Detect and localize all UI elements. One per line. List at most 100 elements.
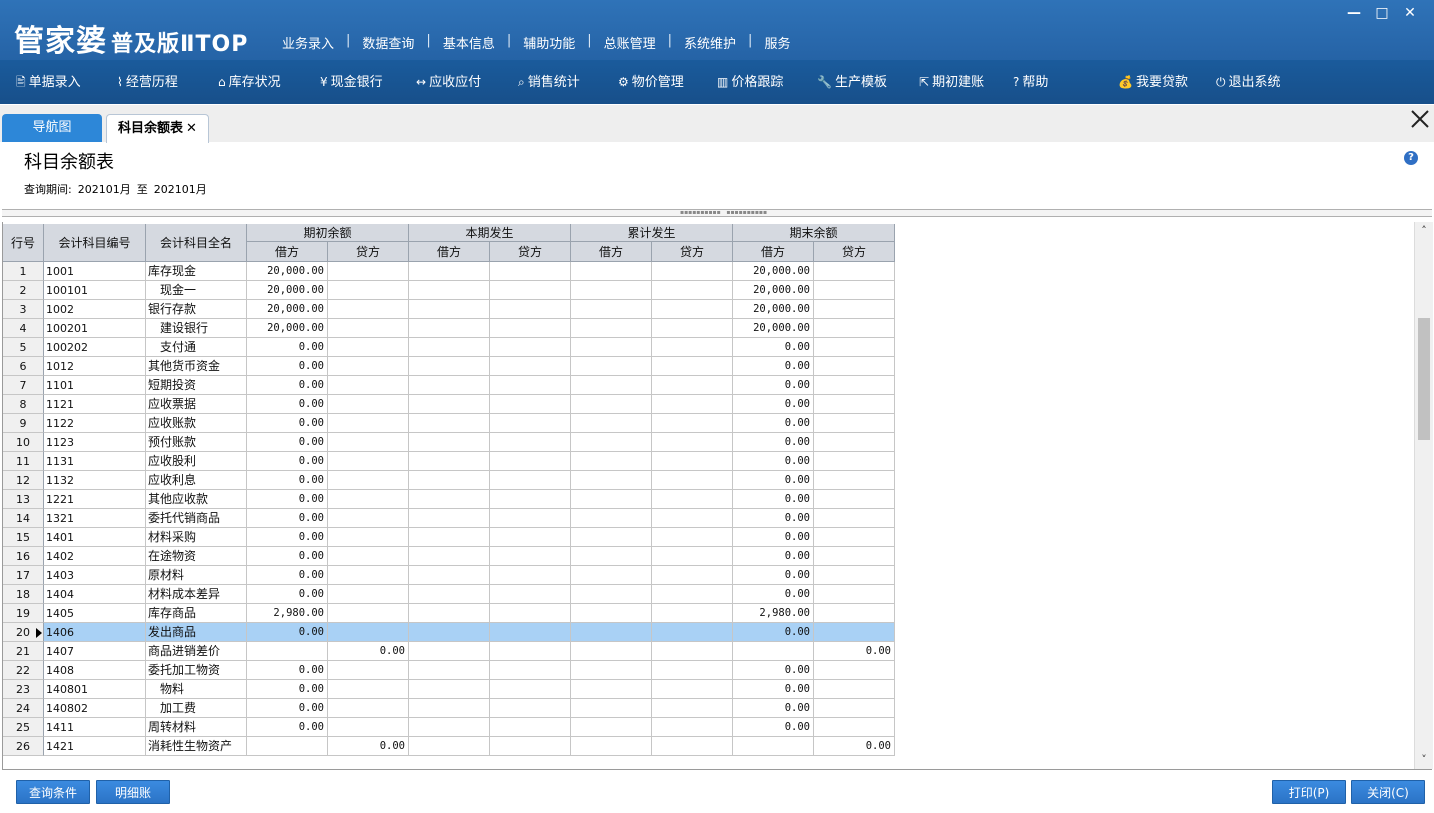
amount-cell[interactable] bbox=[409, 338, 490, 357]
amount-cell[interactable] bbox=[814, 680, 895, 699]
amount-cell[interactable] bbox=[328, 452, 409, 471]
account-name-cell[interactable]: 其他应收款 bbox=[146, 490, 247, 509]
amount-cell[interactable] bbox=[409, 395, 490, 414]
amount-cell[interactable]: 0.00 bbox=[733, 623, 814, 642]
amount-cell[interactable] bbox=[571, 414, 652, 433]
amount-cell[interactable] bbox=[571, 452, 652, 471]
amount-cell[interactable] bbox=[814, 604, 895, 623]
amount-cell[interactable] bbox=[409, 357, 490, 376]
amount-cell[interactable] bbox=[490, 566, 571, 585]
amount-cell[interactable]: 0.00 bbox=[733, 699, 814, 718]
amount-cell[interactable]: 0.00 bbox=[733, 718, 814, 737]
amount-cell[interactable] bbox=[652, 300, 733, 319]
account-code-cell[interactable]: 1406 bbox=[44, 623, 146, 642]
print-button[interactable]: 打印(P) bbox=[1272, 780, 1346, 804]
account-name-cell[interactable]: 加工费 bbox=[146, 699, 247, 718]
amount-cell[interactable] bbox=[490, 528, 571, 547]
maximize-icon[interactable]: □ bbox=[1368, 4, 1396, 22]
amount-cell[interactable]: 0.00 bbox=[733, 680, 814, 699]
toolbar-button[interactable]: 💰 我要贷款 bbox=[1118, 60, 1188, 104]
amount-cell[interactable] bbox=[652, 642, 733, 661]
account-code-cell[interactable]: 1321 bbox=[44, 509, 146, 528]
amount-cell[interactable] bbox=[328, 699, 409, 718]
amount-cell[interactable] bbox=[571, 262, 652, 281]
account-name-cell[interactable]: 预付账款 bbox=[146, 433, 247, 452]
amount-cell[interactable] bbox=[409, 528, 490, 547]
amount-cell[interactable]: 0.00 bbox=[247, 509, 328, 528]
amount-cell[interactable]: 0.00 bbox=[247, 528, 328, 547]
amount-cell[interactable]: 0.00 bbox=[733, 414, 814, 433]
amount-cell[interactable]: 0.00 bbox=[247, 490, 328, 509]
amount-cell[interactable] bbox=[652, 414, 733, 433]
amount-cell[interactable] bbox=[409, 661, 490, 680]
amount-cell[interactable] bbox=[328, 547, 409, 566]
amount-cell[interactable]: 0.00 bbox=[247, 338, 328, 357]
amount-cell[interactable] bbox=[571, 300, 652, 319]
splitter-handle[interactable]: ▪▪▪▪▪▪▪▪▪▪ ▪▪▪▪▪▪▪▪▪▪ bbox=[2, 209, 1432, 217]
account-name-cell[interactable]: 其他货币资金 bbox=[146, 357, 247, 376]
amount-cell[interactable]: 0.00 bbox=[733, 547, 814, 566]
amount-cell[interactable] bbox=[328, 300, 409, 319]
amount-cell[interactable] bbox=[490, 490, 571, 509]
amount-cell[interactable] bbox=[328, 566, 409, 585]
toolbar-button[interactable]: ⚙ 物价管理 bbox=[618, 60, 684, 104]
amount-cell[interactable] bbox=[652, 319, 733, 338]
amount-cell[interactable] bbox=[490, 680, 571, 699]
amount-cell[interactable]: 0.00 bbox=[733, 566, 814, 585]
amount-cell[interactable] bbox=[652, 737, 733, 756]
amount-cell[interactable] bbox=[247, 642, 328, 661]
account-name-cell[interactable]: 应收票据 bbox=[146, 395, 247, 414]
amount-cell[interactable]: 20,000.00 bbox=[733, 262, 814, 281]
amount-cell[interactable] bbox=[652, 471, 733, 490]
top-menu-item[interactable]: 总账管理 bbox=[592, 33, 668, 52]
account-name-cell[interactable]: 应收账款 bbox=[146, 414, 247, 433]
amount-cell[interactable] bbox=[571, 490, 652, 509]
amount-cell[interactable] bbox=[652, 566, 733, 585]
amount-cell[interactable] bbox=[652, 357, 733, 376]
amount-cell[interactable] bbox=[571, 566, 652, 585]
amount-cell[interactable]: 0.00 bbox=[733, 376, 814, 395]
amount-cell[interactable]: 20,000.00 bbox=[733, 300, 814, 319]
amount-cell[interactable]: 0.00 bbox=[247, 623, 328, 642]
amount-cell[interactable] bbox=[328, 262, 409, 281]
amount-cell[interactable]: 0.00 bbox=[733, 528, 814, 547]
amount-cell[interactable] bbox=[814, 528, 895, 547]
amount-cell[interactable]: 0.00 bbox=[328, 737, 409, 756]
amount-cell[interactable] bbox=[490, 433, 571, 452]
tab-close-icon[interactable]: ✕ bbox=[186, 121, 197, 136]
amount-cell[interactable] bbox=[814, 509, 895, 528]
amount-cell[interactable]: 0.00 bbox=[247, 414, 328, 433]
toolbar-button[interactable]: ▥ 价格跟踪 bbox=[717, 60, 783, 104]
account-name-cell[interactable]: 支付通 bbox=[146, 338, 247, 357]
amount-cell[interactable] bbox=[328, 281, 409, 300]
vertical-scrollbar[interactable]: ˄ ˅ bbox=[1414, 222, 1433, 769]
amount-cell[interactable]: 0.00 bbox=[247, 699, 328, 718]
amount-cell[interactable] bbox=[490, 300, 571, 319]
top-menu-item[interactable]: 数据查询 bbox=[350, 33, 426, 52]
amount-cell[interactable] bbox=[814, 490, 895, 509]
amount-cell[interactable] bbox=[328, 509, 409, 528]
top-menu-item[interactable]: 业务录入 bbox=[270, 33, 346, 52]
amount-cell[interactable]: 0.00 bbox=[814, 642, 895, 661]
amount-cell[interactable] bbox=[490, 699, 571, 718]
amount-cell[interactable] bbox=[814, 338, 895, 357]
amount-cell[interactable]: 0.00 bbox=[247, 357, 328, 376]
account-code-cell[interactable]: 1002 bbox=[44, 300, 146, 319]
amount-cell[interactable]: 0.00 bbox=[247, 395, 328, 414]
amount-cell[interactable] bbox=[490, 395, 571, 414]
account-code-cell[interactable]: 1132 bbox=[44, 471, 146, 490]
amount-cell[interactable] bbox=[490, 642, 571, 661]
scroll-up-icon[interactable]: ˄ bbox=[1415, 222, 1433, 240]
amount-cell[interactable] bbox=[652, 395, 733, 414]
amount-cell[interactable] bbox=[328, 357, 409, 376]
amount-cell[interactable]: 0.00 bbox=[733, 585, 814, 604]
amount-cell[interactable] bbox=[409, 281, 490, 300]
amount-cell[interactable] bbox=[652, 376, 733, 395]
amount-cell[interactable]: 20,000.00 bbox=[247, 262, 328, 281]
account-code-cell[interactable]: 1408 bbox=[44, 661, 146, 680]
amount-cell[interactable]: 0.00 bbox=[247, 471, 328, 490]
account-name-cell[interactable]: 建设银行 bbox=[146, 319, 247, 338]
amount-cell[interactable]: 0.00 bbox=[247, 718, 328, 737]
amount-cell[interactable] bbox=[652, 490, 733, 509]
amount-cell[interactable]: 0.00 bbox=[247, 433, 328, 452]
